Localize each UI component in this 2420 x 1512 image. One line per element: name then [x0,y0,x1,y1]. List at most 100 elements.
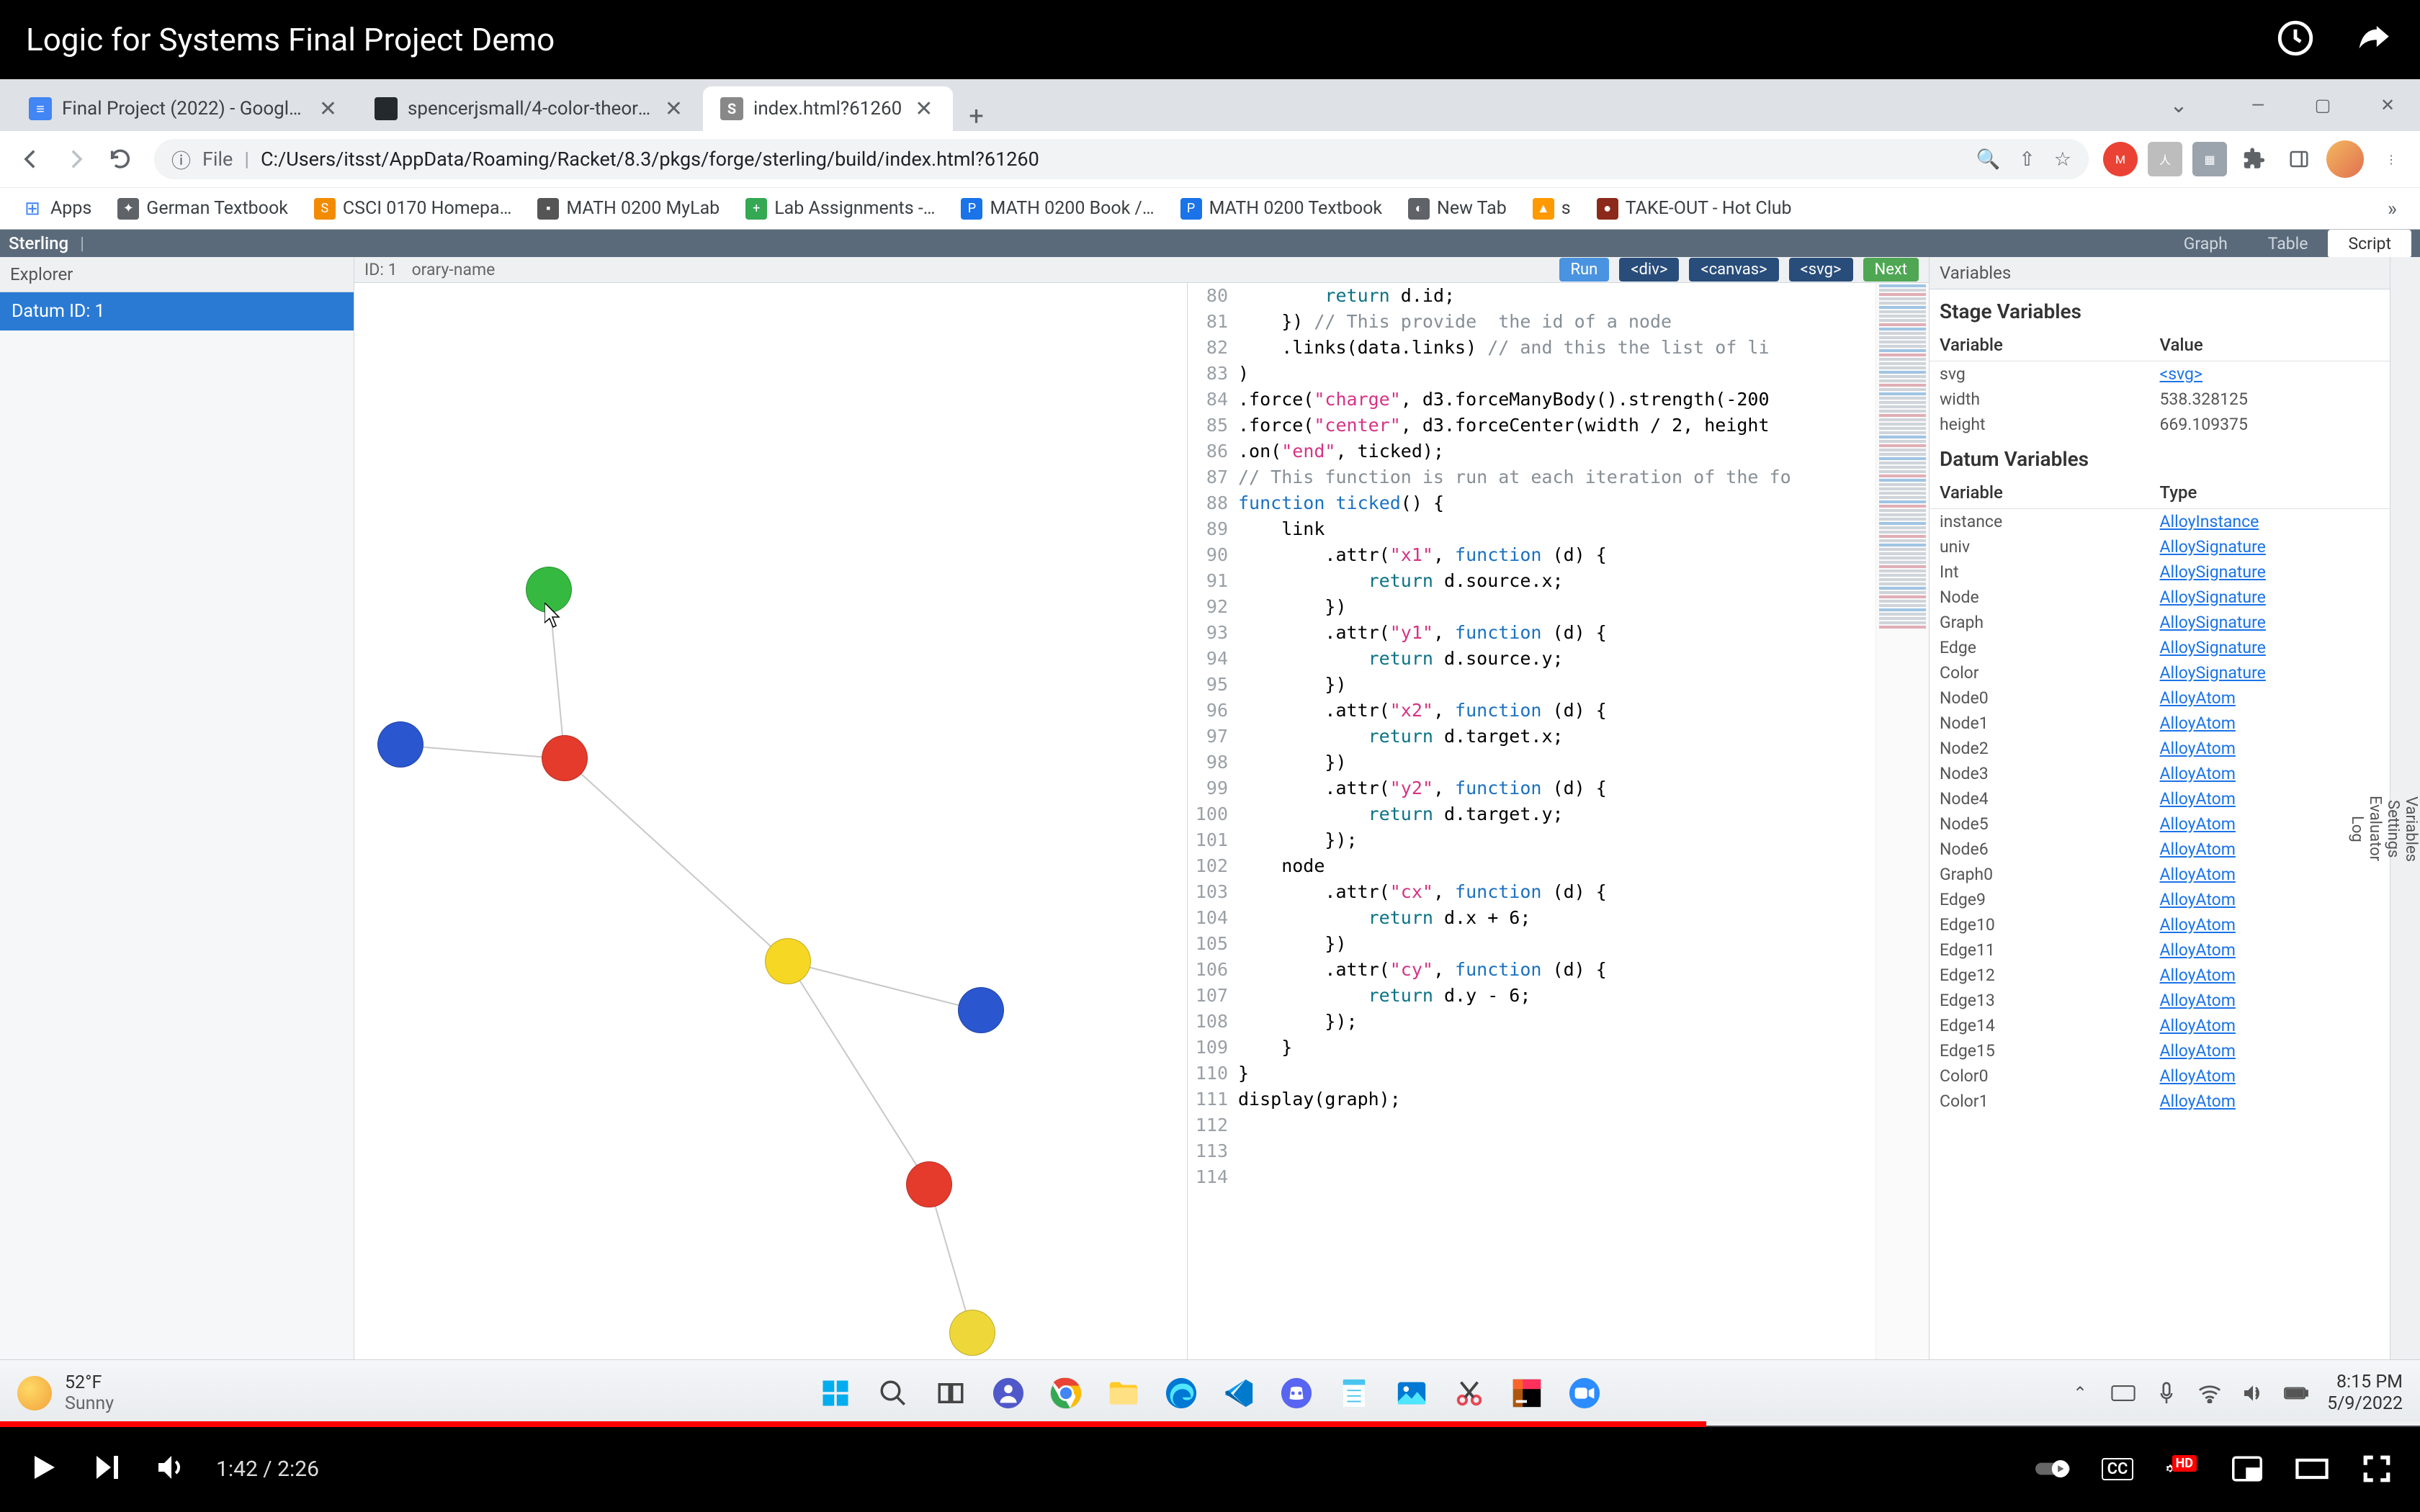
code-line[interactable]: }); [1238,827,1876,853]
canvas-button[interactable]: <canvas> [1689,258,1778,282]
site-info-icon[interactable]: ⓘ [171,145,191,174]
code-line[interactable]: .attr("x2", function (d) { [1238,698,1876,724]
var-type[interactable]: AlloyAtom [2160,814,2380,834]
code-line[interactable]: .links(data.links) // and this the list … [1238,335,1876,361]
browser-tab[interactable]: spencerjsmall/4-color-theorem✕ [357,86,703,131]
code-line[interactable]: .force("center", d3.forceCenter(width / … [1238,413,1876,438]
teams-icon[interactable] [986,1371,1031,1416]
var-type[interactable]: AlloyAtom [2160,1016,2380,1035]
var-value[interactable]: <svg> [2160,364,2380,384]
bookmark-item[interactable]: +Lab Assignments -… [735,194,945,224]
code-line[interactable]: } [1238,1061,1876,1086]
zoom-icon[interactable]: 🔍 [1976,148,2001,171]
graph-node[interactable] [542,735,588,781]
code-line[interactable]: return d.x + 6; [1238,905,1876,931]
var-type[interactable]: AlloyAtom [2160,840,2380,859]
bookmark-item[interactable]: ⊞Apps [12,194,102,224]
profile-avatar[interactable] [2326,140,2364,178]
code-line[interactable]: }) [1238,750,1876,775]
side-rail-variables[interactable]: Variables [2402,783,2420,875]
autoplay-toggle[interactable] [2035,1454,2070,1484]
code-line[interactable]: return d.id; [1238,283,1876,309]
extension-m-icon[interactable]: M [2103,142,2138,176]
edge-icon[interactable] [1159,1371,1204,1416]
side-rail-evaluator[interactable]: Evaluator [2366,783,2384,874]
address-bar[interactable]: ⓘ File | C:/Users/itsst/AppData/Roaming/… [154,139,2089,179]
var-type[interactable]: AlloyAtom [2160,739,2380,758]
minimize-button[interactable]: — [2226,79,2290,131]
code-line[interactable]: }); [1238,1009,1876,1035]
var-type[interactable]: AlloySignature [2160,613,2380,632]
code-line[interactable]: .attr("x1", function (d) { [1238,542,1876,568]
var-type[interactable]: AlloyAtom [2160,764,2380,783]
var-type[interactable]: AlloySignature [2160,588,2380,607]
weather-widget[interactable]: 52°F Sunny [17,1372,114,1414]
extensions-puzzle-icon[interactable] [2237,142,2272,176]
bookmark-item[interactable]: ●TAKE-OUT - Hot Club [1587,194,1802,224]
var-type[interactable]: AlloyAtom [2160,865,2380,884]
tab-close-icon[interactable]: ✕ [662,96,686,122]
reload-button[interactable] [101,140,140,179]
var-type[interactable]: AlloyAtom [2160,714,2380,733]
code-line[interactable]: }) // This provide the id of a node [1238,309,1876,335]
graph-node[interactable] [949,1310,995,1356]
code-line[interactable]: return d.source.y; [1238,646,1876,672]
settings-button[interactable]: HD [2165,1454,2200,1484]
bookmark-item[interactable]: ▪MATH 0200 MyLab [527,194,730,224]
volume-button[interactable] [153,1450,187,1488]
bookmark-item[interactable]: SCSCI 0170 Homepa… [304,194,521,224]
photos-icon[interactable] [1389,1371,1434,1416]
graph-node[interactable] [765,938,811,984]
var-type[interactable]: AlloyInstance [2160,512,2380,531]
code-line[interactable]: return d.target.y; [1238,801,1876,827]
keyboard-icon[interactable] [2111,1381,2136,1405]
code-line[interactable]: } [1238,1035,1876,1061]
miniplayer-button[interactable] [2230,1454,2264,1484]
wifi-icon[interactable] [2197,1381,2222,1405]
tab-close-icon[interactable]: ✕ [912,96,936,122]
progress-bar[interactable] [0,1421,2420,1427]
run-button[interactable]: Run [1559,258,1610,282]
var-type[interactable]: AlloyAtom [2160,1066,2380,1086]
theater-button[interactable] [2295,1454,2329,1484]
browser-tab[interactable]: ≡Final Project (2022) - Google Do…✕ [12,86,357,131]
code-line[interactable]: link [1238,516,1876,542]
var-type[interactable]: AlloySignature [2160,638,2380,657]
vscode-icon[interactable] [1216,1371,1261,1416]
side-rail-settings[interactable]: Settings [2384,787,2402,870]
back-button[interactable] [12,140,50,179]
code-line[interactable]: node [1238,853,1876,879]
bookmark-item[interactable]: ✦German Textbook [107,194,298,224]
share-page-icon[interactable]: ⇧ [2019,148,2035,171]
mic-icon[interactable] [2154,1381,2179,1405]
next-video-button[interactable] [89,1450,124,1488]
bookmark-item[interactable]: ▲s [1523,194,1581,224]
captions-button[interactable]: CC [2100,1454,2135,1484]
code-line[interactable]: .on("end", ticked); [1238,438,1876,464]
code-line[interactable]: return d.source.x; [1238,568,1876,594]
browser-tab[interactable]: Sindex.html?61260✕ [703,86,953,131]
bookmarks-overflow-icon[interactable]: » [2376,197,2408,220]
graph-canvas[interactable] [354,283,1187,1400]
var-type[interactable]: AlloySignature [2160,663,2380,683]
intellij-icon[interactable] [1505,1371,1549,1416]
code-line[interactable]: .attr("cy", function (d) { [1238,957,1876,983]
share-icon[interactable] [2352,17,2394,62]
close-window-button[interactable]: ✕ [2355,79,2420,131]
tab-close-icon[interactable]: ✕ [316,96,340,122]
var-type[interactable]: AlloyAtom [2160,890,2380,909]
task-view-button[interactable] [928,1371,973,1416]
notepad-icon[interactable] [1332,1371,1376,1416]
chrome-icon[interactable] [1044,1371,1088,1416]
discord-icon[interactable] [1274,1371,1319,1416]
file-explorer-icon[interactable] [1101,1371,1146,1416]
var-type[interactable]: AlloyAtom [2160,1041,2380,1061]
tab-script[interactable]: Script [2328,230,2411,258]
bookmark-star-icon[interactable]: ☆ [2054,148,2071,171]
watch-later-icon[interactable] [2275,17,2316,62]
next-button[interactable]: Next [1863,258,1919,282]
graph-node[interactable] [906,1161,952,1207]
search-button[interactable] [871,1371,915,1416]
menu-kebab-icon[interactable]: ⋮ [2374,142,2408,176]
tab-table[interactable]: Table [2248,230,2329,258]
